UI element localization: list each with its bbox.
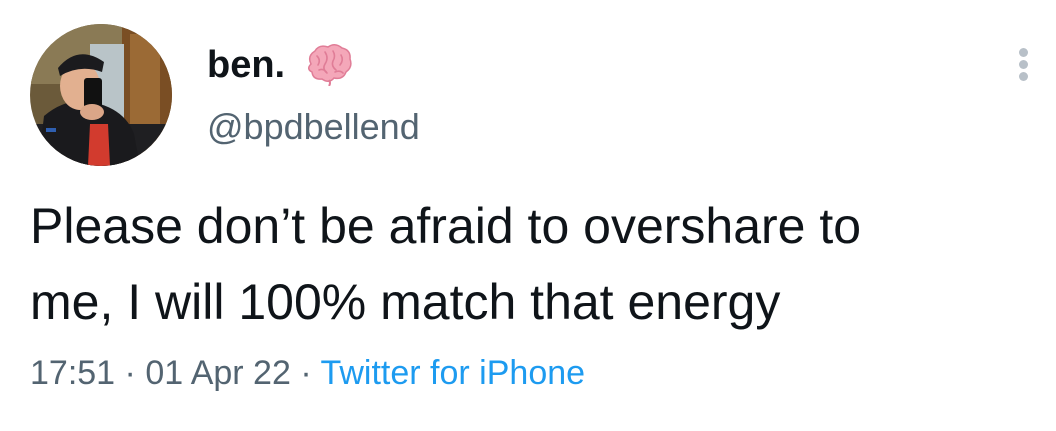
tweet-text-line: me, I will 100% match that energy xyxy=(30,274,781,330)
tweet-meta: 17:51 · 01 Apr 22 · Twitter for iPhone xyxy=(30,350,585,396)
more-vertical-icon[interactable] xyxy=(1008,44,1038,84)
tweet-text-line: Please don’t be afraid to overshare to xyxy=(30,198,862,254)
meta-separator: · xyxy=(115,354,146,392)
tweet-time[interactable]: 17:51 xyxy=(30,354,115,392)
avatar-photo xyxy=(30,24,172,166)
display-name[interactable]: ben. xyxy=(207,40,285,90)
tweet-card: ben. @bpdbellend Please don’t be afraid … xyxy=(0,0,1056,431)
tweet-date[interactable]: 01 Apr 22 xyxy=(145,354,291,392)
user-handle[interactable]: @bpdbellend xyxy=(207,104,420,150)
tweet-text: Please don’t be afraid to overshare to m… xyxy=(30,188,1040,340)
brain-icon xyxy=(308,44,352,86)
meta-separator: · xyxy=(290,354,321,392)
avatar[interactable] xyxy=(30,24,172,166)
tweet-source-link[interactable]: Twitter for iPhone xyxy=(320,354,585,392)
